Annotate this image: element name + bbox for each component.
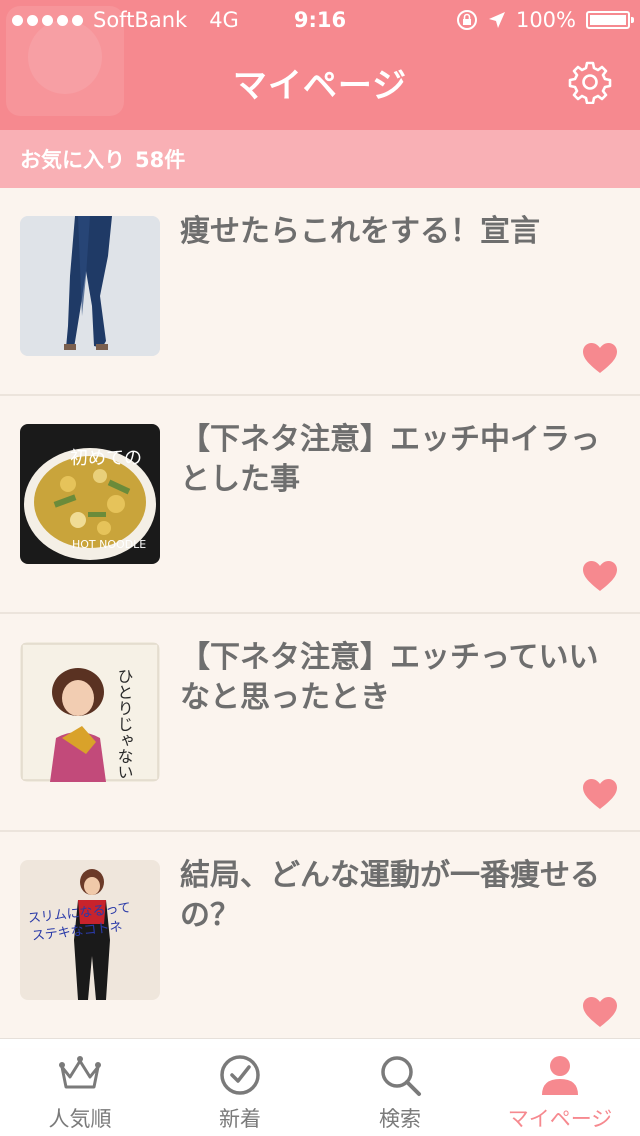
article-title: 【下ネタ注意】エッチっていいなと思ったとき <box>180 640 599 715</box>
status-bar: SoftBank 4G 9:16 100% <box>0 0 640 40</box>
gear-icon <box>568 61 612 105</box>
heart-icon[interactable] <box>582 342 618 374</box>
heart-icon[interactable] <box>582 996 618 1028</box>
tab-label: 検索 <box>379 1107 421 1131</box>
svg-text:ひとりじゃないの: ひとりじゃないの <box>115 668 134 782</box>
favorites-label: お気に入り <box>20 148 125 172</box>
article-thumbnail: 初めての HOT NOODLE <box>20 424 160 564</box>
tab-label: 新着 <box>219 1107 261 1131</box>
tab-ranking[interactable]: 人気順 <box>0 1039 160 1136</box>
tab-new[interactable]: 新着 <box>160 1039 320 1136</box>
clock-icon <box>220 1055 260 1095</box>
settings-button[interactable] <box>568 60 612 105</box>
heart-icon[interactable] <box>582 778 618 810</box>
tab-bar: 人気順 新着 検索 マイページ <box>0 1038 640 1136</box>
list-item[interactable]: 痩せたらこれをする！宣言 <box>0 188 640 396</box>
list-item[interactable]: 初めての HOT NOODLE 【下ネタ注意】エッチ中イラっとした事 <box>0 396 640 614</box>
svg-text:HOT NOODLE: HOT NOODLE <box>72 538 146 551</box>
favorites-list: 痩せたらこれをする！宣言 初めての HOT NOODLE 【下ネタ注意】エッチ中… <box>0 188 640 1050</box>
svg-text:初めての: 初めての <box>70 448 142 469</box>
article-title: 【下ネタ注意】エッチ中イラっとした事 <box>180 422 600 497</box>
heart-icon[interactable] <box>582 560 618 592</box>
page-title: マイページ <box>232 66 408 106</box>
article-thumbnail: スリムになるって ステキなコトネ <box>20 860 160 1000</box>
favorites-bar: お気に入り 58件 <box>0 130 640 188</box>
person-icon <box>542 1056 578 1095</box>
tab-label: マイページ <box>507 1107 613 1131</box>
battery-percent: 100% <box>515 8 576 32</box>
article-title: 痩せたらこれをする！宣言 <box>180 214 540 249</box>
favorites-count: 58件 <box>135 148 186 172</box>
location-arrow-icon <box>488 12 505 28</box>
list-item[interactable]: ひとりじゃないの 【下ネタ注意】エッチっていいなと思ったとき <box>0 614 640 832</box>
screen: SoftBank 4G 9:16 100% マイページ お気に入り 58件 痩せ… <box>0 0 640 1136</box>
battery-icon <box>586 11 634 29</box>
article-thumbnail: ひとりじゃないの <box>20 642 160 782</box>
search-icon <box>381 1056 421 1096</box>
header: SoftBank 4G 9:16 100% マイページ <box>0 0 640 130</box>
article-title: 結局、どんな運動が一番痩せるの？ <box>180 858 600 933</box>
list-item[interactable]: スリムになるって ステキなコトネ 結局、どんな運動が一番痩せるの？ <box>0 832 640 1050</box>
crown-icon <box>59 1056 101 1089</box>
tab-mypage[interactable]: マイページ <box>480 1039 640 1136</box>
tab-search[interactable]: 検索 <box>320 1039 480 1136</box>
tab-label: 人気順 <box>48 1107 112 1131</box>
article-thumbnail <box>20 216 160 356</box>
rotation-lock-icon <box>456 10 477 30</box>
